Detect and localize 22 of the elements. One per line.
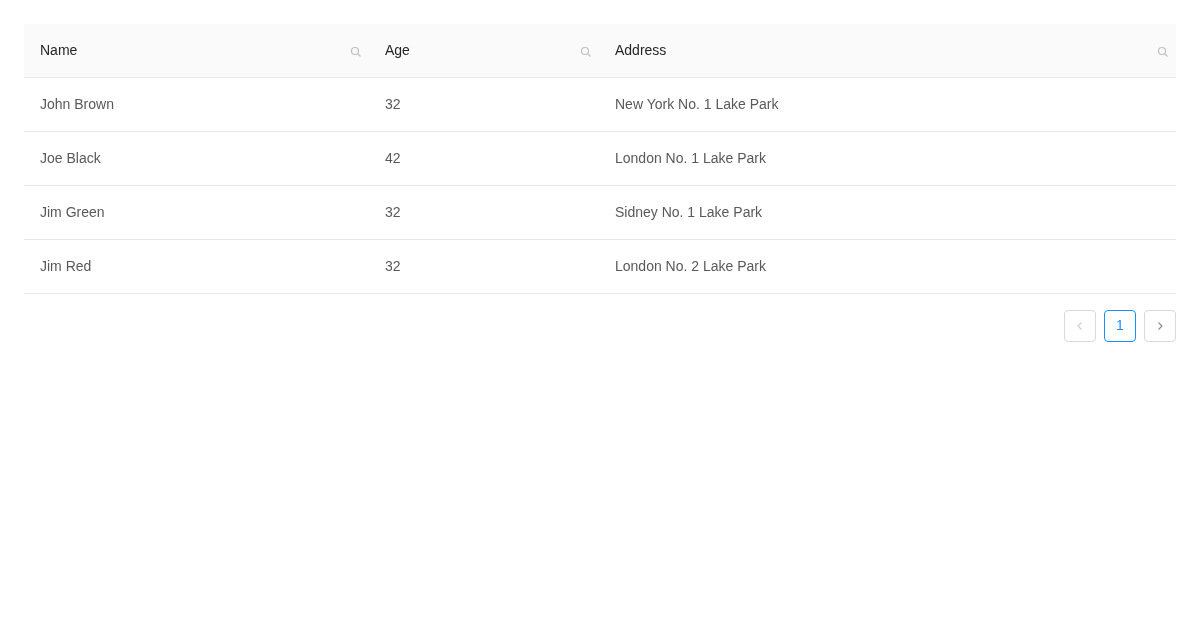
table-cell: John Brown [40,95,114,112]
table-cell: Jim Red [40,257,92,274]
table-cell: London No. 2 Lake Park [615,257,766,274]
search-icon[interactable] [350,46,362,59]
search-icon[interactable] [580,46,592,59]
page-button[interactable]: 1 [1104,309,1136,342]
table-cell: Jim Green [40,203,105,220]
search-icon[interactable] [1157,46,1169,59]
column-header: Name [40,40,78,60]
table-cell: Sidney No. 1 Lake Park [615,203,763,220]
column-header: Age [385,40,410,60]
column-header: Address [615,40,667,60]
table-cell: 32 [385,203,401,220]
table-cell: 32 [385,257,401,274]
table-cell: 32 [385,95,401,112]
next-page-button[interactable] [1144,309,1176,342]
chevron-left-icon [1075,320,1085,331]
table-cell: 42 [385,149,401,166]
table-cell: New York No. 1 Lake Park [615,95,779,112]
table-cell: Joe Black [40,149,101,166]
table-cell: London No. 1 Lake Park [615,149,766,166]
chevron-right-icon [1155,320,1165,331]
